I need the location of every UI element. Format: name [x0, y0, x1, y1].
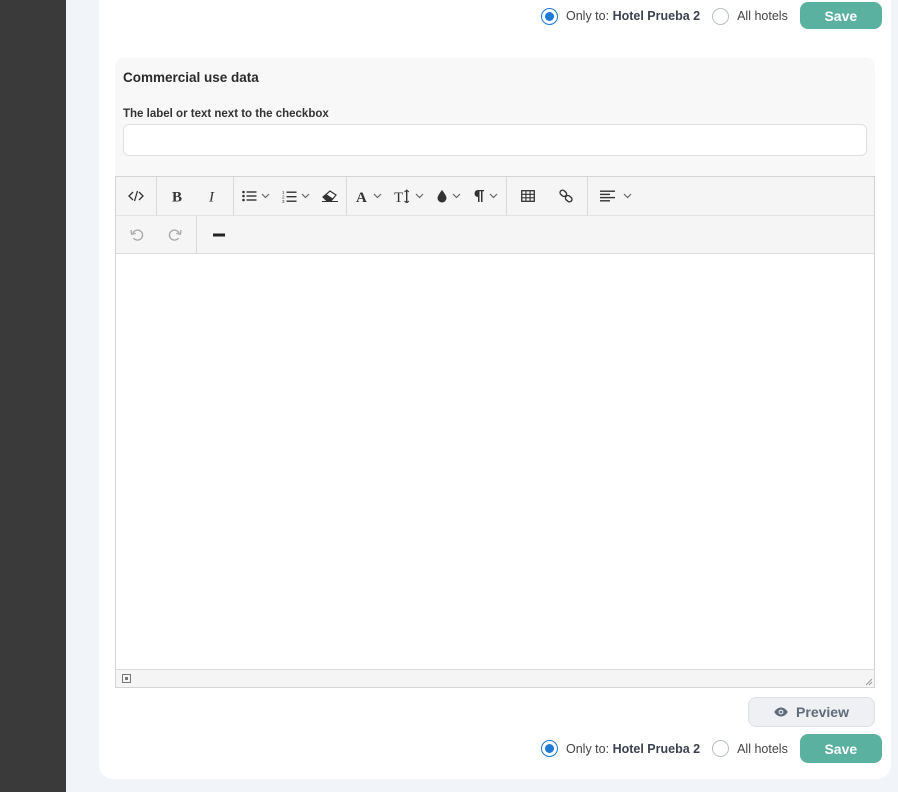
svg-text:B: B	[172, 190, 182, 204]
editor-toolbar: B I 123 A T	[116, 177, 874, 254]
table-icon	[521, 190, 535, 202]
chevron-down-icon	[623, 193, 632, 199]
clear-format-button[interactable]	[316, 181, 344, 211]
only-to-label: Only to: Hotel Prueba 2	[566, 9, 701, 23]
color-button[interactable]	[430, 181, 467, 211]
commercial-use-title: Commercial use data	[123, 70, 259, 85]
svg-text:3: 3	[282, 199, 285, 203]
horizontal-rule-icon	[213, 233, 225, 236]
style-group: B I	[157, 177, 234, 215]
all-hotels-radio[interactable]: All hotels	[712, 740, 788, 757]
all-hotels-label: All hotels	[737, 9, 788, 23]
toolbar-row-1: B I 123 A T	[116, 177, 874, 215]
all-hotels-label: All hotels	[737, 741, 788, 756]
left-sidebar	[0, 0, 66, 792]
chevron-down-icon	[489, 193, 498, 199]
top-save-row: Only to: Hotel Prueba 2 All hotels Save	[541, 2, 882, 29]
numbered-list-icon: 123	[282, 190, 297, 203]
eye-icon	[774, 707, 788, 717]
paragraph-style-button[interactable]	[467, 181, 504, 211]
link-button[interactable]	[547, 181, 585, 211]
italic-button[interactable]: I	[195, 181, 231, 211]
only-to-hotel-radio[interactable]: Only to: Hotel Prueba 2	[541, 7, 701, 25]
statusbar-icon	[122, 674, 131, 683]
color-drop-icon	[437, 190, 447, 203]
editor-statusbar	[116, 669, 874, 687]
font-size-icon: T	[394, 189, 410, 203]
bottom-save-row: Only to: Hotel Prueba 2 All hotels Save	[541, 734, 882, 763]
only-to-label: Only to: Hotel Prueba 2	[566, 741, 701, 756]
undo-button[interactable]	[118, 220, 156, 250]
checkbox-label-caption: The label or text next to the checkbox	[123, 108, 329, 120]
eraser-icon	[322, 190, 338, 202]
chevron-down-icon	[373, 193, 382, 199]
bold-icon: B	[172, 190, 182, 204]
svg-text:T: T	[394, 190, 403, 203]
chevron-down-icon	[301, 193, 310, 199]
chevron-down-icon	[261, 193, 270, 199]
font-family-button[interactable]: A	[349, 181, 388, 211]
radio-selected-icon[interactable]	[541, 7, 558, 25]
italic-icon: I	[208, 190, 215, 204]
font-group: A T	[347, 177, 507, 215]
bold-button[interactable]: B	[159, 181, 195, 211]
paragraph-icon	[474, 190, 484, 202]
unordered-list-button[interactable]	[236, 181, 276, 211]
rule-group	[197, 216, 241, 253]
code-view-button[interactable]	[118, 181, 154, 211]
font-icon: A	[356, 190, 367, 203]
table-button[interactable]	[509, 181, 547, 211]
align-left-icon	[600, 190, 615, 202]
radio-unselected-icon[interactable]	[712, 740, 730, 757]
save-button-bottom[interactable]: Save	[799, 734, 882, 763]
svg-text:I: I	[208, 190, 215, 204]
code-view-icon	[128, 190, 144, 202]
chevron-down-icon	[415, 193, 424, 199]
all-hotels-radio[interactable]: All hotels	[712, 7, 788, 25]
svg-text:A: A	[356, 190, 367, 203]
commercial-use-panel: Commercial use data The label or text ne…	[115, 58, 875, 178]
redo-button[interactable]	[156, 220, 194, 250]
font-size-button[interactable]: T	[388, 181, 430, 211]
editor-content-area[interactable]	[116, 254, 874, 669]
chevron-down-icon	[452, 193, 461, 199]
redo-icon	[168, 228, 182, 241]
align-button[interactable]	[590, 181, 638, 211]
horizontal-rule-button[interactable]	[199, 220, 239, 250]
checkbox-label-input[interactable]	[123, 124, 867, 156]
radio-selected-icon[interactable]	[541, 740, 558, 757]
undo-icon	[130, 228, 144, 241]
preview-label: Preview	[796, 704, 849, 720]
ordered-list-button[interactable]: 123	[276, 181, 316, 211]
only-to-hotel-radio[interactable]: Only to: Hotel Prueba 2	[541, 740, 700, 757]
rich-text-editor: B I 123 A T	[115, 176, 875, 688]
list-group: 123	[234, 177, 347, 215]
history-group	[116, 216, 197, 253]
radio-unselected-icon[interactable]	[712, 7, 730, 25]
link-icon	[559, 189, 573, 203]
save-button-top[interactable]: Save	[799, 2, 882, 29]
preview-button[interactable]: Preview	[748, 697, 875, 727]
bullet-list-icon	[242, 190, 257, 202]
resize-handle-icon[interactable]	[865, 678, 873, 686]
toolbar-row-2	[116, 215, 874, 253]
align-group	[588, 177, 640, 215]
insert-group	[507, 177, 588, 215]
code-group	[116, 177, 157, 215]
